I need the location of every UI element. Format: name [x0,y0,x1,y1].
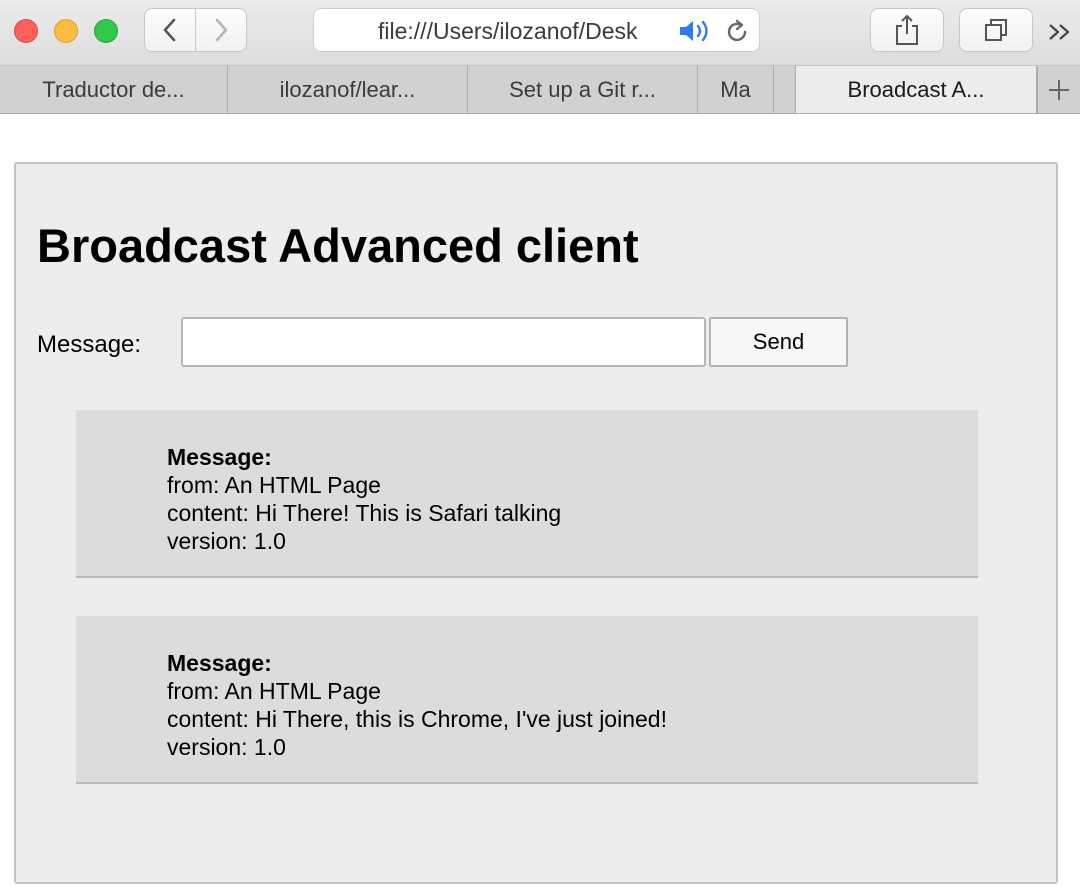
tab-overview-icon [985,19,1007,41]
tab-git-setup[interactable]: Set up a Git r... [468,66,698,113]
share-button[interactable] [870,8,944,52]
close-window-button[interactable] [14,19,38,43]
message-from: from: An HTML Page [167,678,381,704]
message-label: Message: [37,331,142,358]
message-heading: Message: [167,444,272,470]
zoom-window-button[interactable] [94,19,118,43]
message-body: Message: from: An HTML Page content: Hi … [167,649,667,761]
speaker-icon[interactable] [678,19,712,43]
tab-traductor[interactable]: Traductor de... [0,66,228,113]
message-from: from: An HTML Page [167,472,381,498]
tab-label: Traductor de... [42,76,185,102]
message-card: Message: from: An HTML Page content: Hi … [76,410,978,578]
reload-icon[interactable] [724,19,750,45]
send-button[interactable]: Send [709,317,848,367]
message-input[interactable] [181,317,706,367]
back-button[interactable] [144,8,196,52]
address-bar[interactable]: file:///Users/ilozanof/Desk [313,8,760,52]
new-tab-button[interactable] [1037,66,1080,113]
tab-label: Ma [720,76,751,102]
chevron-right-icon [215,18,228,42]
client-panel: Broadcast Advanced client Message: Send … [14,162,1058,884]
minimize-window-button[interactable] [54,19,78,43]
tab-bar: Traductor de... ilozanof/lear... Set up … [0,66,1080,114]
tab-label: Set up a Git r... [509,76,656,102]
message-heading: Message: [167,650,272,676]
tab-broadcast-active[interactable]: Broadcast A... [796,66,1037,113]
tab-ma[interactable]: Ma [698,66,774,113]
browser-toolbar: file:///Users/ilozanof/Desk [0,0,1080,66]
tab-separator [774,66,796,113]
message-content: content: Hi There, this is Chrome, I've … [167,706,667,732]
share-icon [896,15,918,45]
message-content: content: Hi There! This is Safari talkin… [167,500,562,526]
page-title: Broadcast Advanced client [37,219,639,272]
tab-label: Broadcast A... [847,76,985,102]
plus-icon [1049,79,1069,100]
tab-overview-button[interactable] [959,8,1033,52]
message-card: Message: from: An HTML Page content: Hi … [76,616,978,784]
message-version: version: 1.0 [167,528,286,554]
message-list: Message: from: An HTML Page content: Hi … [76,410,978,822]
tab-label: ilozanof/lear... [279,76,416,102]
double-chevron-right-icon[interactable] [1044,18,1076,46]
message-body: Message: from: An HTML Page content: Hi … [167,443,561,555]
address-text[interactable]: file:///Users/ilozanof/Desk [378,9,668,53]
chevron-left-icon [163,18,176,42]
forward-button[interactable] [195,8,247,52]
tab-github[interactable]: ilozanof/lear... [228,66,468,113]
message-version: version: 1.0 [167,734,286,760]
